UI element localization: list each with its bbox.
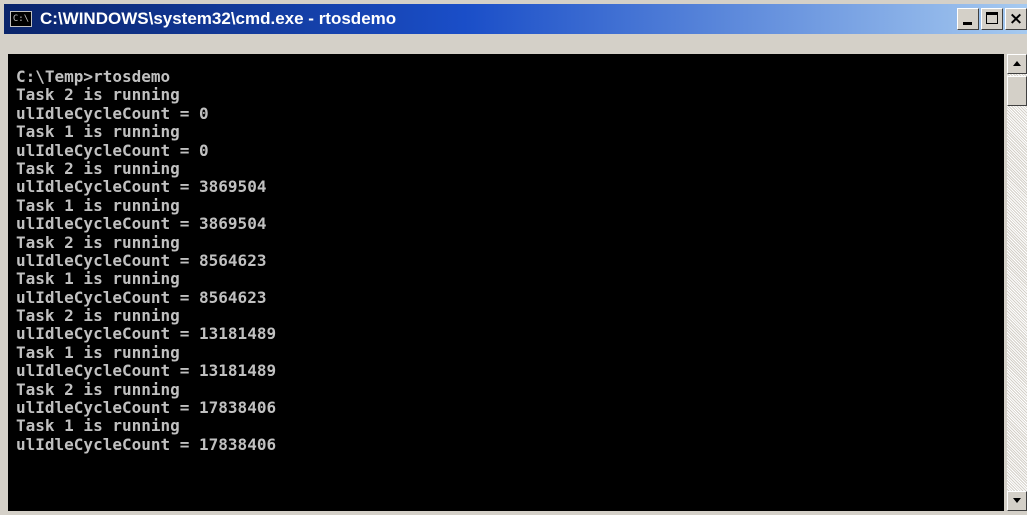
maximize-icon xyxy=(986,12,998,24)
minimize-icon xyxy=(963,22,972,25)
console-line: Task 1 is running xyxy=(16,195,180,215)
console-line: C:\Temp>rtosdemo xyxy=(16,67,171,86)
console-line: ulIdleCycleCount = 17838406 xyxy=(16,398,277,418)
maximize-button[interactable] xyxy=(981,8,1003,30)
arrow-down-icon xyxy=(1013,498,1021,503)
console-line: ulIdleCycleCount = 13181489 xyxy=(16,361,277,381)
close-icon: × xyxy=(1008,9,1024,29)
console-line: ulIdleCycleCount = 17838406 xyxy=(16,434,277,454)
scroll-up-button[interactable] xyxy=(1007,54,1027,74)
console-line: Task 2 is running xyxy=(16,158,180,178)
console-line: Task 2 is running xyxy=(16,306,180,326)
close-button[interactable]: × xyxy=(1005,8,1027,30)
console-output[interactable]: C:\Temp>rtosdemo Task 2 is running ulIdl… xyxy=(8,54,1004,511)
console-line: ulIdleCycleCount = 3869504 xyxy=(16,177,267,197)
scrollbar-thumb[interactable] xyxy=(1007,76,1027,106)
console-line: ulIdleCycleCount = 8564623 xyxy=(16,250,267,270)
console-line: ulIdleCycleCount = 13181489 xyxy=(16,324,277,344)
console-window: C:\ C:\WINDOWS\system32\cmd.exe - rtosde… xyxy=(0,0,1027,515)
minimize-button[interactable] xyxy=(957,8,979,30)
vertical-scrollbar[interactable] xyxy=(1007,54,1027,511)
title-bar[interactable]: C:\ C:\WINDOWS\system32\cmd.exe - rtosde… xyxy=(4,4,1027,34)
console-line: Task 2 is running xyxy=(16,85,180,105)
console-line: ulIdleCycleCount = 0 xyxy=(16,103,209,123)
console-icon[interactable]: C:\ xyxy=(10,11,32,27)
console-line: ulIdleCycleCount = 0 xyxy=(16,140,209,160)
console-line: ulIdleCycleCount = 3869504 xyxy=(16,214,267,234)
console-line: Task 2 is running xyxy=(16,379,180,399)
console-line: Task 1 is running xyxy=(16,342,180,362)
console-line: Task 2 is running xyxy=(16,232,180,252)
console-line: ulIdleCycleCount = 8564623 xyxy=(16,287,267,307)
window-title: C:\WINDOWS\system32\cmd.exe - rtosdemo xyxy=(40,9,397,28)
console-line: Task 1 is running xyxy=(16,416,180,436)
arrow-up-icon xyxy=(1013,61,1021,66)
window-controls: × xyxy=(957,8,1027,30)
console-line: Task 1 is running xyxy=(16,122,180,142)
scroll-down-button[interactable] xyxy=(1007,491,1027,511)
console-line: Task 1 is running xyxy=(16,269,180,289)
console-lines: C:\Temp>rtosdemo Task 2 is running ulIdl… xyxy=(8,54,1004,454)
